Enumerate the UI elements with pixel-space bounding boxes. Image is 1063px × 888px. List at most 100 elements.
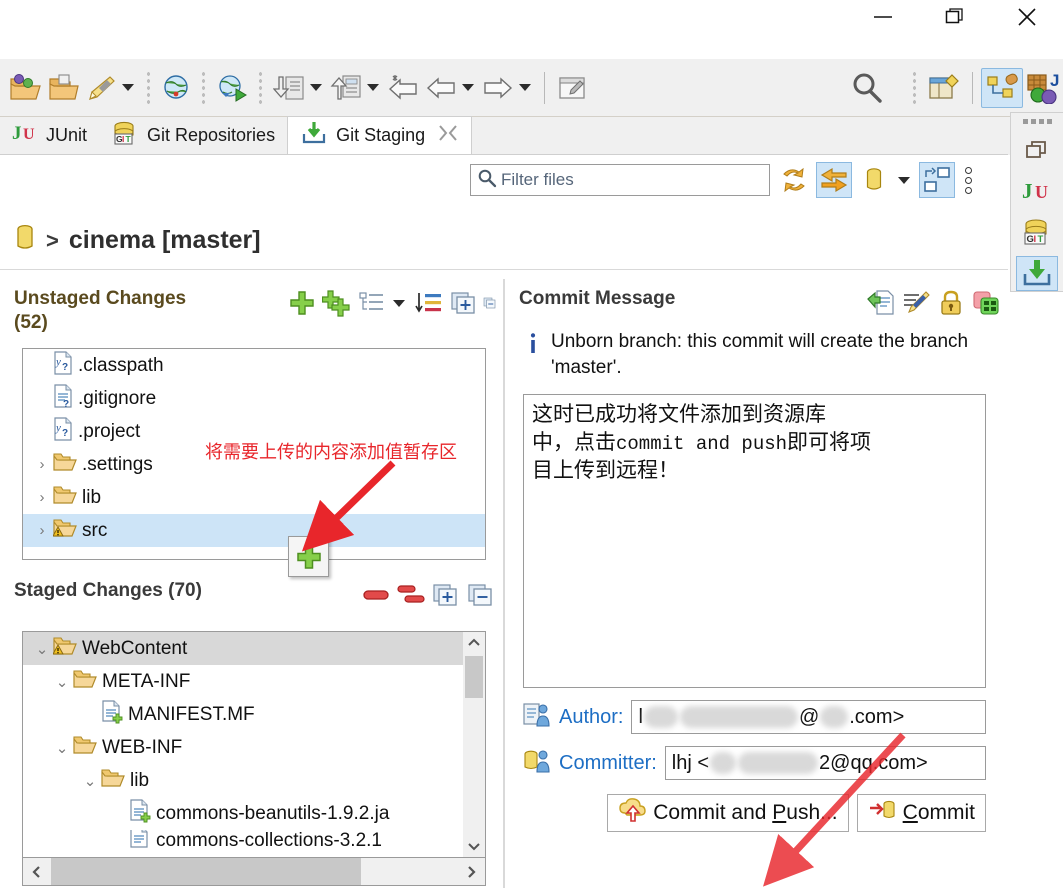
drag-handle-dots[interactable] [1022, 119, 1052, 124]
toolbar-dropdown-1[interactable] [122, 84, 134, 91]
new-window-icon[interactable] [553, 68, 591, 108]
svg-text:U: U [23, 126, 35, 143]
list-item[interactable]: y ? .classpath [23, 349, 485, 382]
expand-all-icon[interactable] [430, 579, 462, 611]
forward-dropdown-caret[interactable] [519, 84, 531, 91]
amend-lock-icon[interactable] [935, 287, 967, 319]
tree-twisty[interactable]: › [31, 489, 53, 506]
commit-message-line-3: 目上传到远程！ [532, 458, 679, 483]
presentation-icon[interactable] [356, 287, 388, 319]
export-icon[interactable] [327, 68, 365, 108]
perspective-git-icon[interactable] [981, 67, 1023, 108]
scroll-right-icon[interactable] [457, 865, 485, 879]
tree-twisty[interactable]: › [31, 456, 53, 473]
list-item[interactable]: ⌄ lib [23, 764, 485, 797]
tab-label-git-repositories: Git Repositories [147, 124, 276, 145]
restore-view-icon[interactable] [1016, 132, 1058, 167]
staging-view-actions [776, 160, 978, 200]
list-item[interactable]: › lib [23, 481, 485, 514]
collapse-all-icon[interactable] [483, 287, 497, 319]
debug-web-icon[interactable] [213, 68, 251, 108]
list-item[interactable]: commons-collections-3.2.1 [23, 830, 485, 852]
junit-icon[interactable]: J U [1016, 173, 1058, 208]
pen-highlight-icon[interactable] [82, 68, 120, 108]
added-file-icon [129, 830, 151, 852]
repository-dropdown-caret[interactable] [898, 176, 910, 184]
commit-message-input[interactable]: 这时已成功将文件添加到资源库 中，点击commit and push即可将项 目上传… [523, 394, 986, 689]
scroll-down-icon[interactable] [463, 835, 485, 857]
repository-icon[interactable] [856, 162, 892, 198]
perspective-new-icon[interactable] [924, 68, 964, 108]
commit-and-push-button[interactable]: Commit and Push... [607, 794, 849, 833]
import-icon[interactable] [270, 68, 308, 108]
minimize-button[interactable] [847, 0, 919, 34]
import-dropdown-caret[interactable] [310, 84, 322, 91]
back-arrow-icon[interactable] [422, 68, 460, 108]
search-icon[interactable] [847, 68, 887, 108]
tab-git-repositories[interactable]: G I T Git Repositories [99, 116, 287, 154]
export-dropdown-caret[interactable] [367, 84, 379, 91]
tab-junit[interactable]: J U JUnit [0, 116, 99, 154]
forward-arrow-icon[interactable] [479, 68, 517, 108]
tree-twisty[interactable]: › [31, 522, 53, 539]
committer-field[interactable]: lhj < 2@qq.com> [664, 746, 986, 781]
staged-file-tree[interactable]: ⌄ WebContent ⌄ META-INF MANIFEST.MF ⌄ WE… [22, 631, 486, 858]
svg-text:J: J [1022, 179, 1033, 203]
new-folder-icon[interactable] [44, 68, 82, 108]
refresh-icon[interactable] [776, 162, 812, 198]
add-change-id-icon[interactable] [970, 287, 1002, 319]
staged-horizontal-scrollbar[interactable] [22, 858, 486, 886]
list-item[interactable]: ⌄ META-INF [23, 665, 485, 698]
list-item[interactable]: commons-beanutils-1.9.2.ja [23, 797, 485, 830]
presentation-caret[interactable] [393, 299, 405, 307]
search-box[interactable] [470, 164, 770, 196]
committer-icon [523, 748, 551, 779]
list-item[interactable]: ⌄ WEB-INF [23, 731, 485, 764]
perspective-java-ee-icon[interactable]: J [1023, 68, 1063, 108]
author-field[interactable]: l @ .com> [631, 700, 986, 735]
scroll-up-icon[interactable] [463, 632, 485, 654]
view-menu-icon[interactable] [959, 166, 978, 194]
unstage-all-icon[interactable] [395, 579, 427, 611]
git-staging-icon[interactable] [1016, 255, 1058, 292]
collapse-all-icon[interactable] [465, 579, 497, 611]
stage-file-overlay-button[interactable] [288, 536, 329, 577]
stage-all-icon[interactable] [321, 287, 353, 319]
git-repositories-icon[interactable]: G I T [1016, 214, 1058, 249]
layout-toggle-icon[interactable] [919, 162, 955, 198]
back-dropdown-caret[interactable] [462, 84, 474, 91]
tree-twisty[interactable]: ⌄ [79, 772, 101, 790]
maximize-restore-button[interactable] [919, 0, 991, 34]
list-item[interactable]: MANIFEST.MF [23, 698, 485, 731]
stage-selected-icon[interactable] [286, 287, 318, 319]
expand-all-icon[interactable] [448, 287, 480, 319]
globe-icon[interactable] [158, 68, 194, 108]
open-project-icon[interactable] [6, 68, 44, 108]
unstage-selected-icon[interactable] [360, 579, 392, 611]
add-signed-off-icon[interactable] [865, 287, 897, 319]
tab-git-staging[interactable]: Git Staging [287, 116, 473, 154]
sign-commit-icon[interactable] [900, 287, 932, 319]
list-item[interactable]: ⌄ WebContent [23, 632, 465, 665]
close-button[interactable] [991, 0, 1063, 34]
list-item[interactable]: ? .gitignore [23, 382, 485, 415]
list-item[interactable]: › src [23, 514, 485, 547]
staged-title: Staged Changes (70) [14, 580, 202, 601]
sort-icon[interactable] [413, 287, 445, 319]
scroll-track[interactable] [51, 858, 457, 885]
commit-section-header: Commit Message [505, 279, 1008, 319]
added-file-icon [129, 798, 151, 829]
link-selection-icon[interactable] [816, 162, 852, 198]
tab-close-icon[interactable] [437, 123, 459, 148]
scroll-left-icon[interactable] [23, 865, 51, 879]
search-input[interactable] [501, 170, 756, 190]
toolbar-separator-1 [144, 70, 153, 105]
tree-twisty[interactable]: ⌄ [51, 739, 73, 757]
scroll-thumb[interactable] [51, 858, 361, 885]
back-star-icon[interactable] [384, 68, 422, 108]
staged-vertical-scrollbar[interactable] [463, 632, 485, 857]
commit-button[interactable]: Commit [856, 794, 986, 833]
scroll-thumb[interactable] [465, 656, 483, 698]
tree-twisty[interactable]: ⌄ [31, 640, 53, 658]
tree-twisty[interactable]: ⌄ [51, 673, 73, 691]
